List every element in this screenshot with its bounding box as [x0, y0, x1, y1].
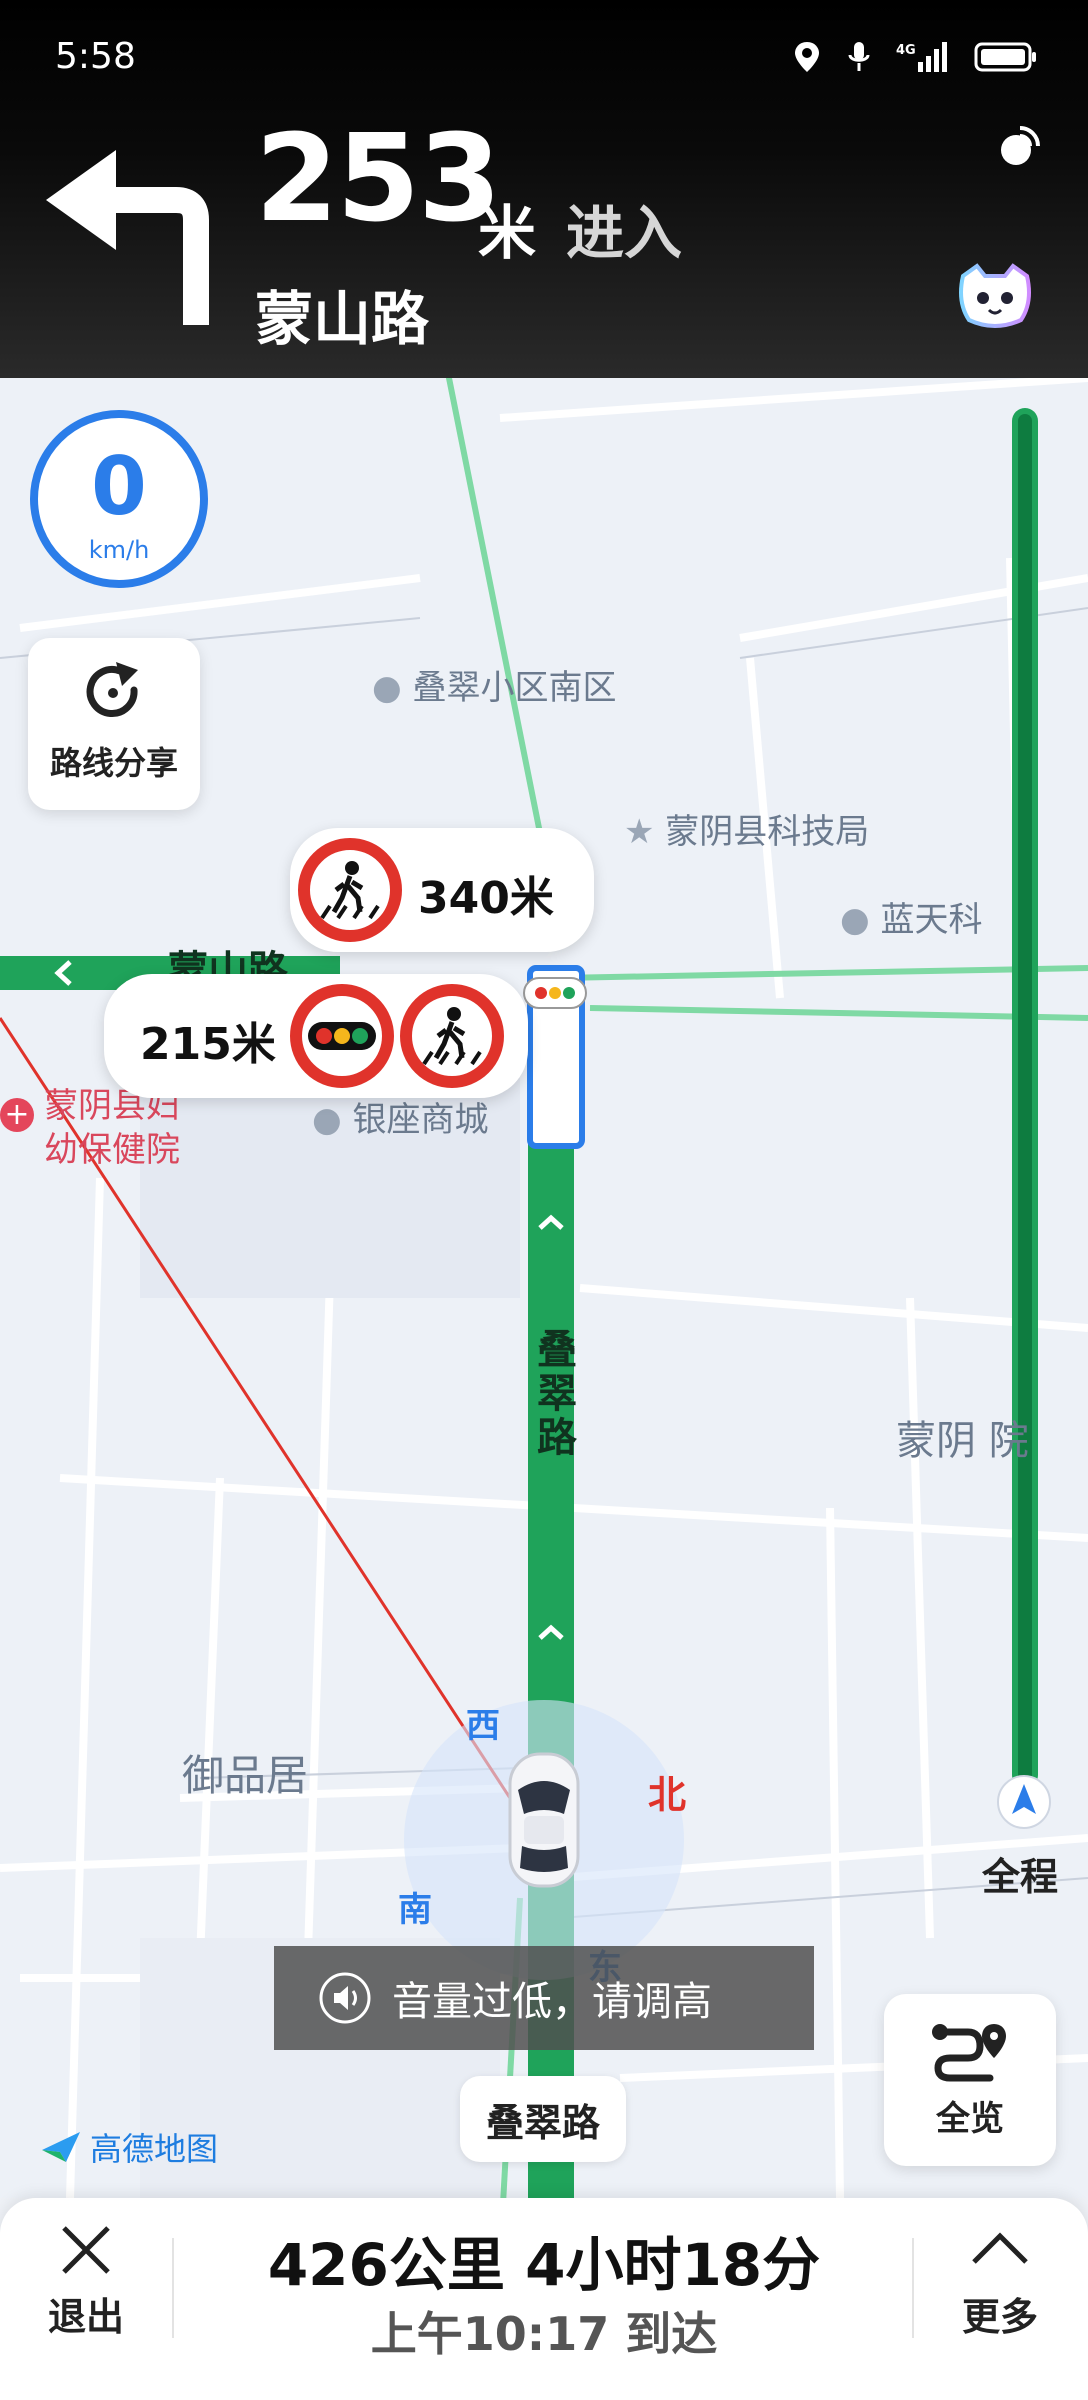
- map-view[interactable]: ● 叠翠小区南区 ★ 蒙阴县科技局 ● 蓝天科 蒙阴县妇 幼保健院 + ● 银座商…: [0, 378, 1088, 2198]
- full-view-button[interactable]: 全览: [884, 1994, 1056, 2166]
- toast-text: 音量过低，请调高: [392, 1979, 712, 2025]
- route-road-label: 叠翠路: [530, 1328, 576, 1460]
- pedestrian-crossing-icon: [400, 984, 504, 1088]
- compass-west: 西: [466, 1706, 500, 1746]
- poi-label: 御品居: [182, 1751, 309, 1800]
- overview-side-label[interactable]: 全程: [982, 1846, 1058, 1901]
- gps-satellite-icon[interactable]: [990, 120, 1046, 176]
- speaker-icon: [319, 1972, 371, 2024]
- turn-action: 进入: [566, 199, 683, 267]
- vehicle-icon: [508, 1752, 580, 1888]
- mic-icon: [848, 42, 870, 71]
- distance-unit: 米: [478, 199, 537, 267]
- route-share-button[interactable]: 路线分享: [28, 638, 200, 810]
- share-icon: [86, 662, 138, 717]
- svg-text:4G: 4G: [896, 43, 916, 58]
- status-icons: 4G: [792, 34, 1038, 80]
- compass-south: 南: [398, 1890, 432, 1930]
- volume-low-toast: 音量过低，请调高: [274, 1946, 814, 2050]
- location-icon: [795, 42, 819, 72]
- poi-label: 蒙阴 院: [896, 1418, 1029, 1464]
- divider: [912, 2238, 914, 2338]
- more-label: 更多: [961, 2295, 1038, 2339]
- speed-value: 0: [91, 440, 147, 533]
- full-view-label: 全览: [936, 2099, 1004, 2139]
- voice-assistant-icon[interactable]: [955, 262, 1035, 330]
- hospital-icon: +: [0, 1098, 34, 1132]
- poi-label: ● 叠翠小区南区: [372, 668, 617, 708]
- trip-summary: 426公里 4小时18分: [267, 2231, 821, 2299]
- pedestrian-crossing-icon: [298, 838, 402, 942]
- distance-number: 253: [255, 110, 501, 249]
- pedestrian-alert-distance: 340米: [418, 873, 554, 924]
- 4g-signal-icon: 4G: [896, 42, 947, 72]
- poi-label: ★ 蒙阴县科技局: [624, 812, 870, 852]
- trip-bottom-panel: 退出 426公里 4小时18分 上午10:17 到达 更多: [0, 2198, 1088, 2400]
- next-road-name: 蒙山路: [255, 285, 430, 353]
- battery-icon: [974, 42, 1036, 72]
- chevron-up-icon: [972, 2232, 1028, 2264]
- turn-left-arrow-icon: [46, 150, 209, 325]
- more-button[interactable]: 更多: [940, 2222, 1060, 2341]
- route-overview-icon: [932, 2024, 1006, 2082]
- status-time: 5:58: [55, 36, 136, 77]
- current-road-pill: 叠翠路: [460, 2076, 626, 2162]
- route-share-label: 路线分享: [49, 744, 178, 782]
- compass-north: 北: [648, 1773, 687, 1817]
- traffic-light-alert-distance: 215米: [140, 1019, 276, 1070]
- traffic-light-alert-bubble: 215米: [104, 974, 528, 1098]
- traffic-light-icon: [290, 984, 394, 1088]
- amap-logo: 高德地图: [40, 2124, 218, 2170]
- poi-label: ● 蓝天科: [840, 900, 983, 940]
- pedestrian-alert-bubble: 340米: [290, 828, 594, 952]
- speed-unit: km/h: [88, 536, 150, 564]
- speedometer: 0 km/h: [30, 410, 208, 588]
- trip-eta: 上午10:17 到达: [370, 2307, 718, 2361]
- current-position-icon: [997, 1775, 1051, 1829]
- amap-logo-icon: [42, 2132, 80, 2162]
- poi-label: ● 银座商城: [312, 1100, 489, 1140]
- navigation-header: 5:58 4G 253 米 进入 蒙山路: [0, 0, 1088, 378]
